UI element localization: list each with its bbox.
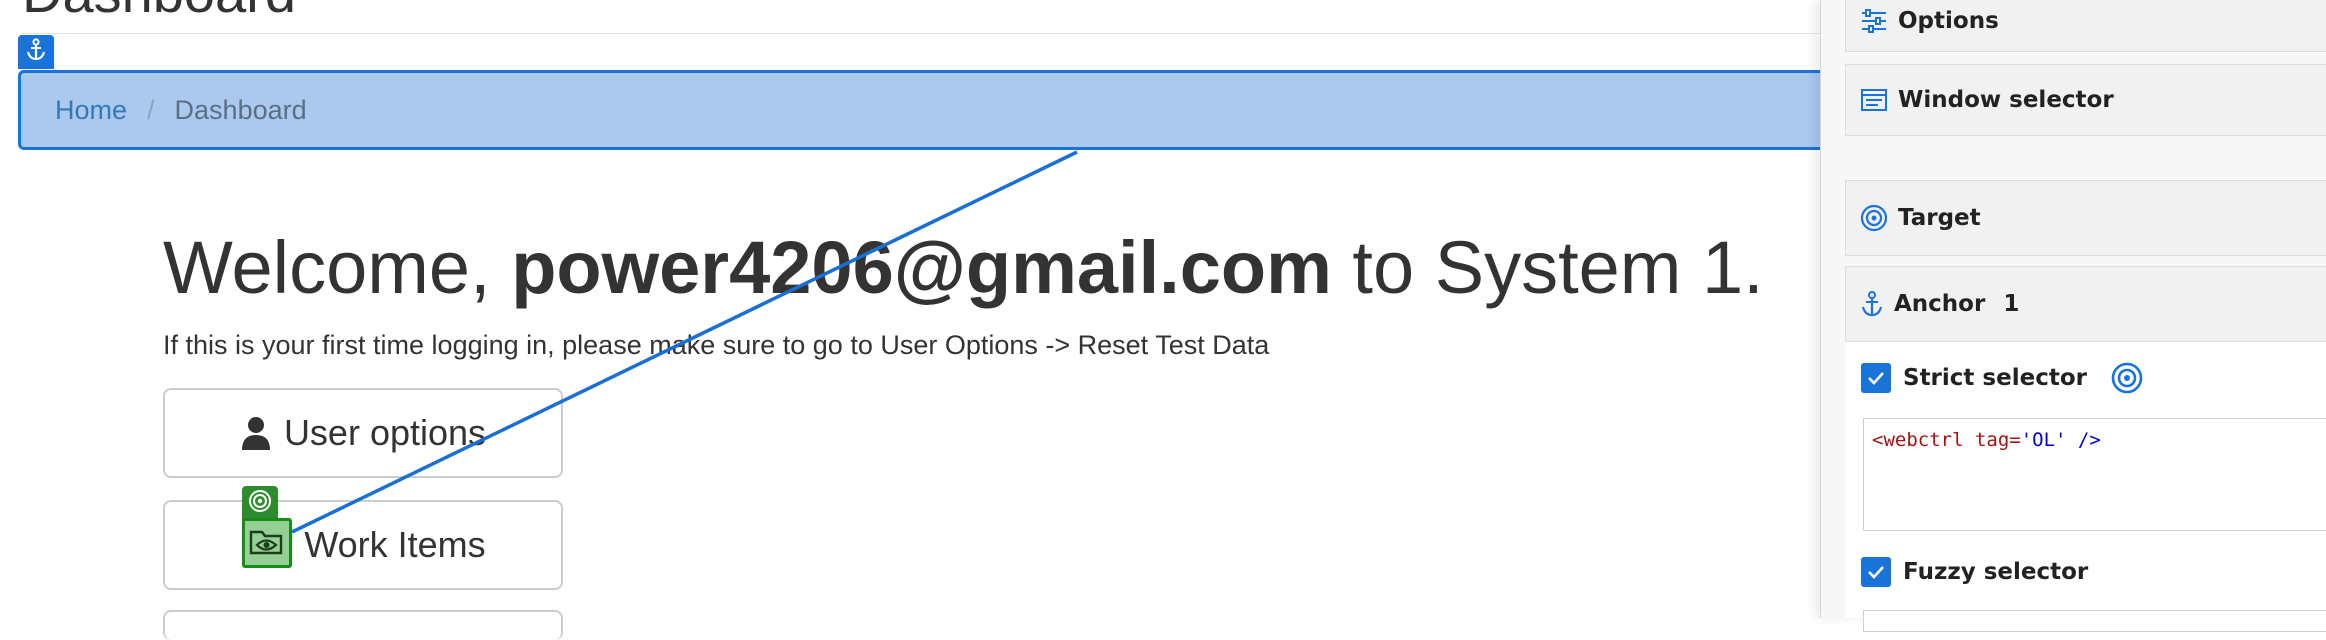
window-icon [1860,87,1888,113]
welcome-suffix: to System 1. [1331,226,1764,309]
welcome-heading: Welcome, power4206@gmail.com to System 1… [163,225,1764,310]
strict-selector-row: Strict selector [1861,362,2143,394]
target-badge [242,486,278,520]
selector-code-attr: tag= [1974,429,2021,451]
fuzzy-selector-editor[interactable] [1863,610,2326,632]
title-divider [22,33,1822,34]
strict-selector-checkbox[interactable] [1861,363,1891,393]
options-section-header[interactable]: Options [1845,0,2326,52]
breadcrumb-separator: / [147,94,155,125]
strict-selector-editor[interactable]: <webctrl tag='OL' /> [1863,418,2326,531]
selector-code-open: <webctrl [1872,429,1975,451]
anchor-count: 1 [2003,291,2020,317]
window-selector-section-header[interactable]: Window selector [1845,64,2326,136]
user-icon [240,415,272,451]
work-items-button[interactable]: Work Items [163,500,563,590]
window-selector-label: Window selector [1898,87,2114,113]
user-options-label: User options [283,412,487,453]
welcome-prefix: Welcome, [163,226,512,309]
anchor-label: Anchor [1894,291,1986,317]
anchor-badge [18,35,54,69]
first-login-notice: If this is your first time logging in, p… [163,330,1270,360]
selector-code-close: /> [2066,429,2101,451]
user-options-button[interactable]: User options [163,388,563,478]
selector-code-value: 'OL' [2020,429,2067,451]
fuzzy-selector-label: Fuzzy selector [1903,559,2089,585]
selector-panel: Options Window selector Target Anchor 1 … [1820,0,2326,632]
sliders-icon [1860,8,1888,34]
anchor-section-icon [1860,290,1884,318]
anchor-icon [25,37,47,67]
target-highlight [242,518,292,568]
target-section-icon [1860,204,1888,232]
folder-eye-icon [248,524,286,563]
welcome-user: power4206@gmail.com [511,226,1332,309]
target-label: Target [1898,205,1981,231]
target-section-header[interactable]: Target [1845,180,2326,256]
anchor-section-header[interactable]: Anchor 1 [1845,266,2326,342]
breadcrumb: Home / Dashboard [18,70,1858,150]
options-label: Options [1898,8,1999,34]
strict-selector-target-icon[interactable] [2111,362,2143,394]
check-icon [1868,566,1884,579]
work-items-label: Work Items [304,524,486,565]
check-icon [1868,372,1884,385]
breadcrumb-current: Dashboard [174,94,307,125]
page-title: Dashboard [22,0,296,25]
next-button-partial[interactable] [163,610,563,640]
fuzzy-selector-row: Fuzzy selector [1861,557,2088,587]
strict-selector-label: Strict selector [1903,365,2087,391]
breadcrumb-home-link[interactable]: Home [55,95,127,126]
fuzzy-selector-checkbox[interactable] [1861,557,1891,587]
target-icon [248,489,272,518]
